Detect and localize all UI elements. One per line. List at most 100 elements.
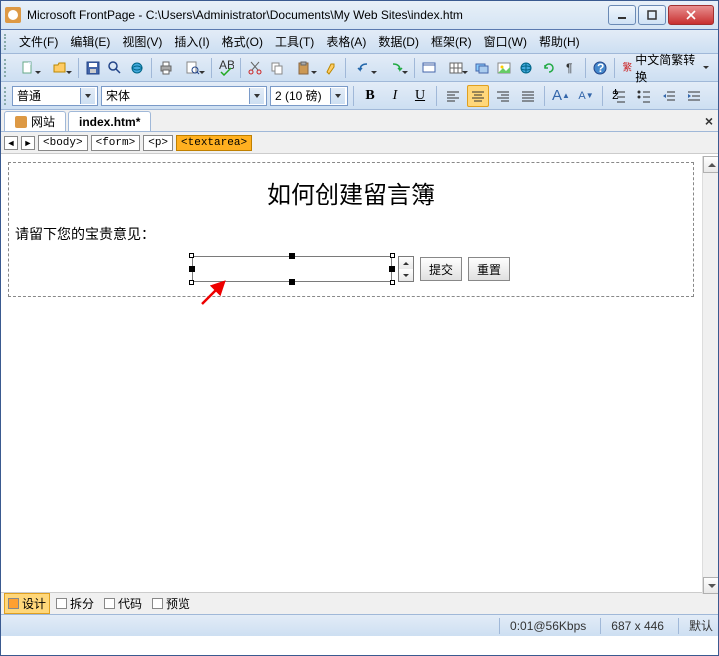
breadcrumb-prev[interactable]: ◄: [4, 136, 18, 150]
menu-insert[interactable]: 插入(I): [168, 31, 215, 52]
menu-edit[interactable]: 编辑(E): [64, 31, 116, 52]
preview-icon: [152, 598, 163, 609]
open-button[interactable]: [45, 57, 74, 79]
cn-convert-label: 中文简繁转换: [635, 51, 700, 85]
cut-button[interactable]: [245, 57, 265, 79]
outdent-button[interactable]: [658, 85, 680, 107]
svg-text:ABC: ABC: [219, 60, 234, 72]
menu-frames[interactable]: 框架(R): [425, 31, 478, 52]
size-combo[interactable]: 2 (10 磅): [270, 86, 348, 106]
bc-body[interactable]: <body>: [38, 135, 88, 151]
bc-form[interactable]: <form>: [91, 135, 141, 151]
save-button[interactable]: [83, 57, 103, 79]
format-grip[interactable]: [4, 87, 9, 105]
help-button[interactable]: ?: [590, 57, 610, 79]
menu-tools[interactable]: 工具(T): [269, 31, 320, 52]
resize-handle[interactable]: [189, 266, 195, 272]
view-code[interactable]: 代码: [100, 593, 146, 614]
svg-text:繁: 繁: [622, 61, 632, 73]
menu-table[interactable]: 表格(A): [320, 31, 372, 52]
picture-button[interactable]: [494, 57, 514, 79]
menu-view[interactable]: 视图(V): [116, 31, 168, 52]
breadcrumb-next[interactable]: ►: [21, 136, 35, 150]
search-button[interactable]: [105, 57, 125, 79]
preview-button[interactable]: [178, 57, 207, 79]
close-button[interactable]: [668, 5, 714, 25]
tab-site-label: 网站: [31, 113, 55, 130]
site-icon: [15, 116, 27, 128]
annotation-arrow: [196, 274, 232, 313]
stop-button[interactable]: ¶: [561, 57, 581, 79]
print-button[interactable]: [156, 57, 176, 79]
tab-file[interactable]: index.htm*: [68, 111, 151, 131]
page-heading[interactable]: 如何创建留言簿: [13, 167, 689, 218]
resize-handle[interactable]: [289, 253, 295, 259]
menu-help[interactable]: 帮助(H): [533, 31, 586, 52]
design-canvas[interactable]: 如何创建留言簿 请留下您的宝贵意见： 提交 重置: [0, 154, 719, 592]
font-combo[interactable]: 宋体: [101, 86, 267, 106]
resize-handle[interactable]: [389, 266, 395, 272]
scroll-down-button[interactable]: [703, 577, 719, 594]
spellcheck-button[interactable]: ABC: [216, 57, 236, 79]
resize-handle[interactable]: [390, 253, 395, 258]
resize-handle[interactable]: [189, 280, 194, 285]
table-button[interactable]: [441, 57, 470, 79]
menu-grip[interactable]: [4, 34, 9, 50]
underline-button[interactable]: U: [409, 85, 431, 107]
italic-button[interactable]: I: [384, 85, 406, 107]
redo-button[interactable]: [381, 57, 410, 79]
standard-toolbar: ABC ¶ ? 繁中文简繁转换: [0, 54, 719, 82]
publish-button[interactable]: [127, 57, 147, 79]
style-combo[interactable]: 普通: [12, 86, 98, 106]
menu-file[interactable]: 文件(F): [13, 31, 64, 52]
form-boundary: 如何创建留言簿 请留下您的宝贵意见： 提交 重置: [8, 162, 694, 297]
hyperlink-button[interactable]: [516, 57, 536, 79]
undo-button[interactable]: [350, 57, 379, 79]
app-icon: [5, 7, 21, 23]
scroll-up-button[interactable]: [703, 156, 719, 173]
view-preview[interactable]: 预览: [148, 593, 194, 614]
copy-button[interactable]: [267, 57, 287, 79]
bullet-list-button[interactable]: [633, 85, 655, 107]
textarea-spinner[interactable]: [398, 256, 414, 282]
web-component-button[interactable]: [419, 57, 439, 79]
bold-button[interactable]: B: [359, 85, 381, 107]
vertical-scrollbar[interactable]: [702, 156, 719, 594]
bc-textarea[interactable]: <textarea>: [176, 135, 252, 151]
align-left-button[interactable]: [442, 85, 464, 107]
window-titlebar: Microsoft FrontPage - C:\Users\Administr…: [0, 0, 719, 30]
view-design[interactable]: 设计: [4, 593, 50, 614]
resize-handle[interactable]: [289, 279, 295, 285]
increase-font-button[interactable]: A▲: [550, 85, 572, 107]
indent-button[interactable]: [683, 85, 705, 107]
submit-button[interactable]: 提交: [420, 257, 462, 281]
tab-close-button[interactable]: ×: [705, 113, 713, 129]
design-icon: [8, 598, 19, 609]
maximize-button[interactable]: [638, 5, 666, 25]
minimize-button[interactable]: [608, 5, 636, 25]
form-row: 提交 重置: [13, 256, 689, 282]
align-center-button[interactable]: [467, 85, 489, 107]
cn-convert-button[interactable]: 繁中文简繁转换: [619, 57, 716, 79]
menu-data[interactable]: 数据(D): [372, 31, 425, 52]
decrease-font-button[interactable]: A▼: [575, 85, 597, 107]
numbered-list-button[interactable]: 12: [608, 85, 630, 107]
format-painter-button[interactable]: [321, 57, 341, 79]
resize-handle[interactable]: [390, 280, 395, 285]
reset-button[interactable]: 重置: [468, 257, 510, 281]
menu-window[interactable]: 窗口(W): [478, 31, 533, 52]
bc-p[interactable]: <p>: [143, 135, 173, 151]
view-split[interactable]: 拆分: [52, 593, 98, 614]
form-prompt-label[interactable]: 请留下您的宝贵意见：: [13, 218, 689, 256]
layer-button[interactable]: [472, 57, 492, 79]
resize-handle[interactable]: [189, 253, 194, 258]
menu-format[interactable]: 格式(O): [216, 31, 269, 52]
align-justify-button[interactable]: [517, 85, 539, 107]
paste-button[interactable]: [290, 57, 319, 79]
tab-site[interactable]: 网站: [4, 111, 66, 131]
refresh-button[interactable]: [539, 57, 559, 79]
status-mode[interactable]: 默认: [678, 618, 713, 634]
align-right-button[interactable]: [492, 85, 514, 107]
toolbar-grip[interactable]: [4, 59, 9, 77]
new-button[interactable]: [14, 57, 43, 79]
